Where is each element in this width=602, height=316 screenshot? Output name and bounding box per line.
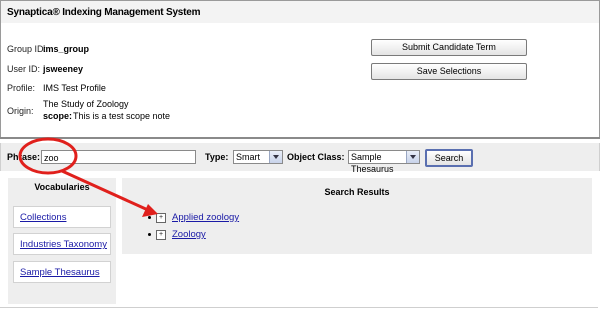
annotation-overlay xyxy=(18,137,158,217)
annotation-arrow-line xyxy=(60,169,150,212)
annotation-circle xyxy=(18,137,78,175)
annotation-arrowhead-icon xyxy=(142,204,158,217)
